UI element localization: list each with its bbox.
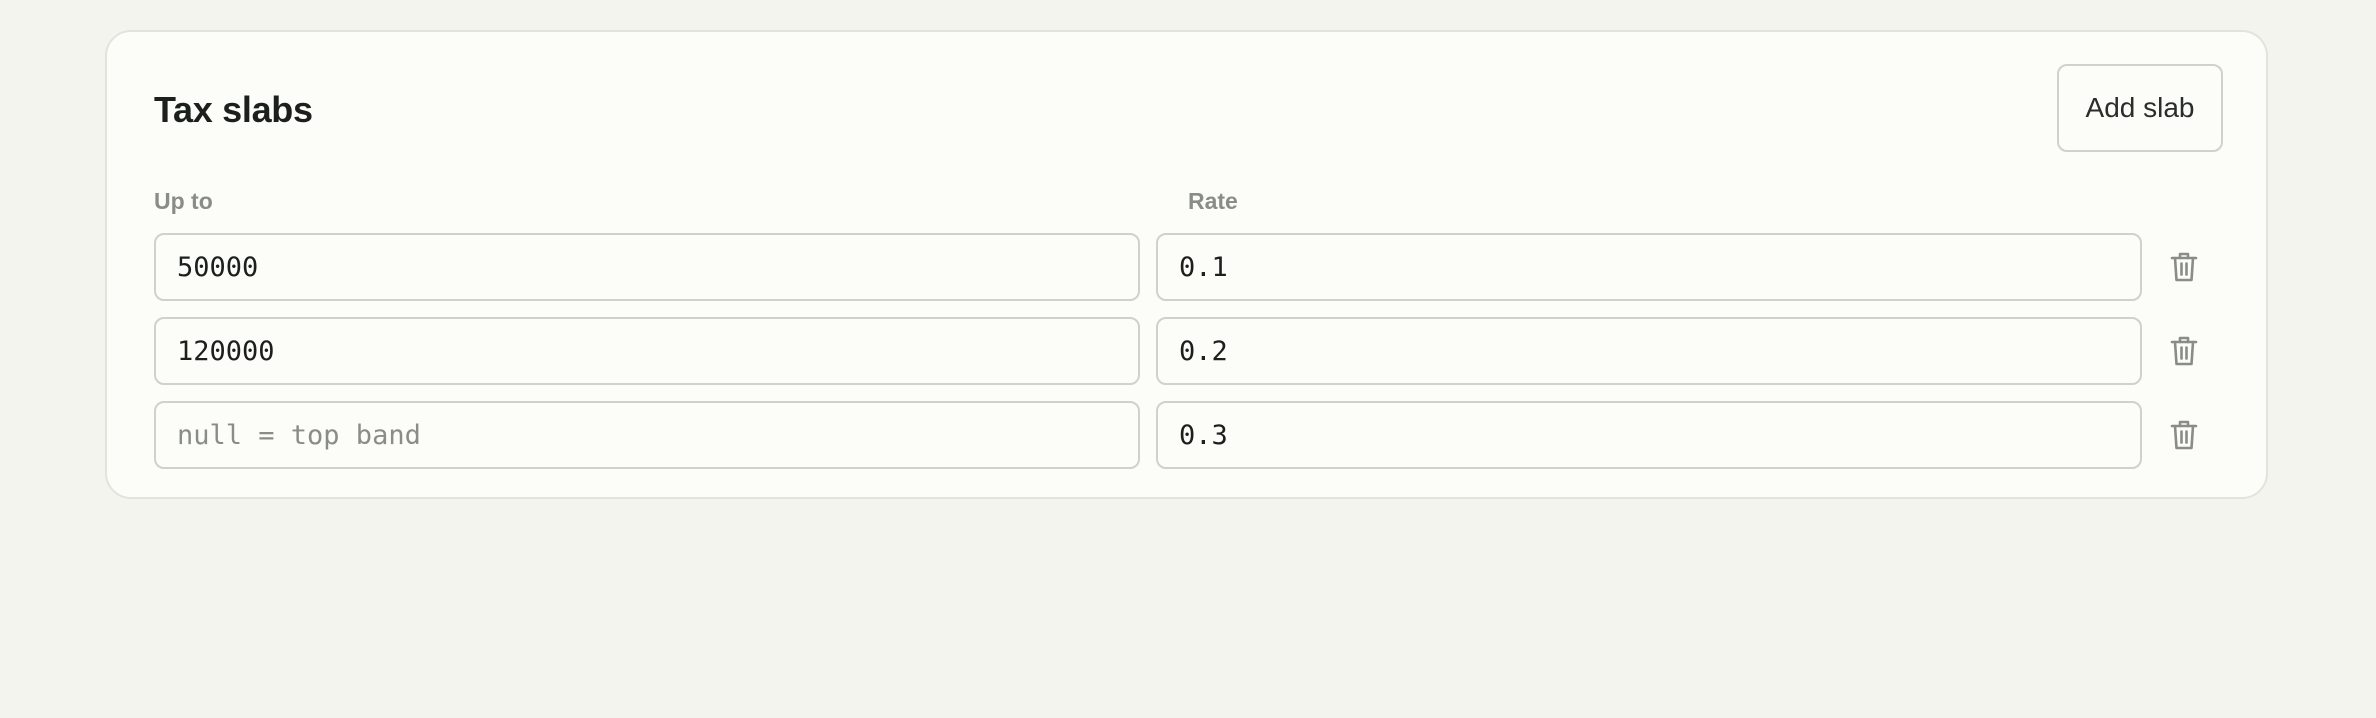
up-to-input[interactable] bbox=[154, 233, 1140, 301]
column-header-up-to: Up to bbox=[154, 188, 213, 214]
tax-slabs-card: Tax slabs Add slab Up to Rate bbox=[105, 30, 2268, 499]
delete-slab-button[interactable] bbox=[2154, 321, 2214, 381]
slab-row bbox=[154, 233, 2244, 301]
rate-input[interactable] bbox=[1156, 401, 2142, 469]
delete-slab-button[interactable] bbox=[2154, 237, 2214, 297]
rate-input[interactable] bbox=[1156, 317, 2142, 385]
delete-slab-button[interactable] bbox=[2154, 405, 2214, 465]
up-to-input[interactable] bbox=[154, 401, 1140, 469]
rate-input[interactable] bbox=[1156, 233, 2142, 301]
slab-row bbox=[154, 401, 2244, 469]
trash-icon bbox=[2170, 251, 2198, 283]
slab-row bbox=[154, 317, 2244, 385]
column-header-rate: Rate bbox=[1188, 188, 1238, 214]
trash-icon bbox=[2170, 419, 2198, 451]
card-title: Tax slabs bbox=[154, 89, 313, 130]
trash-icon bbox=[2170, 335, 2198, 367]
add-slab-button[interactable]: Add slab bbox=[2057, 64, 2223, 152]
up-to-input[interactable] bbox=[154, 317, 1140, 385]
